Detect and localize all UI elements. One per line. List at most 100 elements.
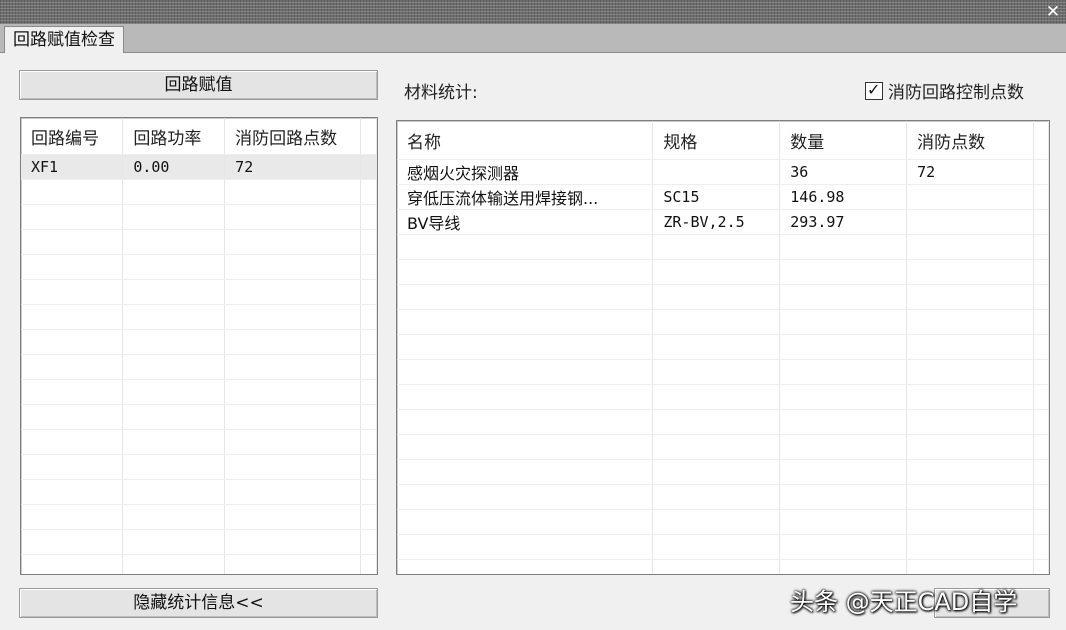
empty-cell (21, 479, 124, 505)
circuit-list-panel[interactable]: 回路编号 回路功率 消防回路点数 XF1 0.00 72 (20, 117, 378, 575)
empty-row (397, 234, 1049, 260)
empty-row (21, 454, 377, 480)
empty-row (397, 384, 1049, 410)
empty-row (397, 459, 1049, 485)
column-header-spec[interactable]: 规格 (652, 121, 781, 160)
empty-cell (906, 359, 1034, 385)
column-header-fire-points[interactable]: 消防点数 (906, 121, 1034, 160)
empty-cell (122, 204, 226, 230)
column-header-fire-points[interactable]: 消防回路点数 (224, 118, 362, 155)
empty-cell (122, 329, 226, 355)
empty-cell (360, 479, 377, 505)
empty-cell (1033, 384, 1049, 410)
watermark-text: 头条 @天正CAD自学 (790, 588, 1018, 616)
empty-cell (906, 559, 1034, 574)
empty-cell (360, 229, 377, 255)
empty-row (397, 509, 1049, 535)
cell-spec: SC15 (652, 184, 781, 210)
empty-cell (122, 304, 226, 330)
checkbox-box[interactable]: ✓ (865, 80, 883, 100)
column-header-circuit-id[interactable]: 回路编号 (21, 118, 124, 155)
empty-cell (397, 484, 654, 510)
empty-cell (779, 284, 908, 310)
empty-row (21, 479, 377, 505)
empty-cell (1033, 509, 1049, 535)
empty-row (397, 359, 1049, 385)
empty-cell (779, 459, 908, 485)
empty-cell (397, 384, 654, 410)
hide-stats-button[interactable]: 隐藏统计信息<< (19, 588, 378, 618)
empty-cell (1033, 309, 1049, 335)
column-header-name[interactable]: 名称 (397, 121, 654, 160)
table-row[interactable]: 穿低压流体输送用焊接钢... SC15 146.98 (397, 184, 1049, 210)
material-stats-label: 材料统计: (404, 83, 478, 103)
empty-cell (906, 534, 1034, 560)
empty-cell (906, 309, 1034, 335)
empty-cell (122, 279, 226, 305)
empty-cell (122, 554, 226, 574)
empty-row (397, 259, 1049, 285)
empty-cell (360, 404, 377, 430)
empty-cell (21, 529, 124, 555)
empty-cell (224, 179, 362, 205)
empty-cell (652, 509, 781, 535)
empty-cell (224, 504, 362, 530)
empty-cell (21, 329, 124, 355)
empty-cell (779, 234, 908, 260)
empty-cell (360, 254, 377, 280)
empty-cell (779, 484, 908, 510)
empty-cell (397, 284, 654, 310)
empty-cell (1033, 484, 1049, 510)
empty-cell (779, 559, 908, 574)
empty-cell (224, 329, 362, 355)
tab-strip: 回路赋值检查 (0, 24, 1066, 53)
empty-cell (906, 334, 1034, 360)
cell-quantity: 36 (779, 159, 908, 185)
cell-filler (1033, 184, 1049, 210)
empty-cell (1033, 534, 1049, 560)
empty-row (397, 484, 1049, 510)
empty-row (21, 379, 377, 405)
empty-cell (397, 359, 654, 385)
cell-fire-points (906, 184, 1034, 210)
column-header-circuit-power[interactable]: 回路功率 (122, 118, 226, 155)
empty-cell (122, 404, 226, 430)
material-stats-panel[interactable]: 名称 规格 数量 消防点数 感烟火灾探测器 36 72 穿低压流体输送用焊接钢.… (396, 120, 1050, 575)
empty-cell (360, 204, 377, 230)
empty-cell (360, 329, 377, 355)
empty-cell (906, 284, 1034, 310)
fire-control-points-checkbox[interactable]: ✓ 消防回路控制点数 (865, 78, 1024, 103)
column-header-quantity[interactable]: 数量 (779, 121, 908, 160)
empty-cell (224, 229, 362, 255)
close-icon[interactable]: ✕ (1044, 3, 1062, 21)
empty-cell (779, 409, 908, 435)
empty-cell (122, 354, 226, 380)
empty-cell (906, 484, 1034, 510)
empty-row (397, 309, 1049, 335)
empty-cell (1033, 559, 1049, 574)
empty-cell (122, 229, 226, 255)
empty-cell (224, 254, 362, 280)
table-row[interactable]: 感烟火灾探测器 36 72 (397, 159, 1049, 185)
empty-row (21, 504, 377, 530)
tab-circuit-check[interactable]: 回路赋值检查 (4, 26, 124, 53)
empty-row (21, 554, 377, 574)
empty-cell (21, 254, 124, 280)
assign-circuit-button[interactable]: 回路赋值 (19, 70, 378, 100)
empty-cell (652, 534, 781, 560)
empty-row (21, 254, 377, 280)
title-bar[interactable]: ✕ (0, 0, 1066, 24)
empty-row (21, 279, 377, 305)
empty-row (21, 179, 377, 205)
cell-fire-points: 72 (906, 159, 1034, 185)
empty-row (397, 284, 1049, 310)
empty-cell (224, 404, 362, 430)
empty-row (21, 329, 377, 355)
table-row[interactable]: XF1 0.00 72 (21, 154, 377, 180)
empty-row (397, 334, 1049, 360)
empty-cell (652, 459, 781, 485)
table-row[interactable]: BV导线 ZR-BV,2.5 293.97 (397, 209, 1049, 235)
empty-cell (779, 384, 908, 410)
empty-row (21, 429, 377, 455)
empty-cell (360, 504, 377, 530)
